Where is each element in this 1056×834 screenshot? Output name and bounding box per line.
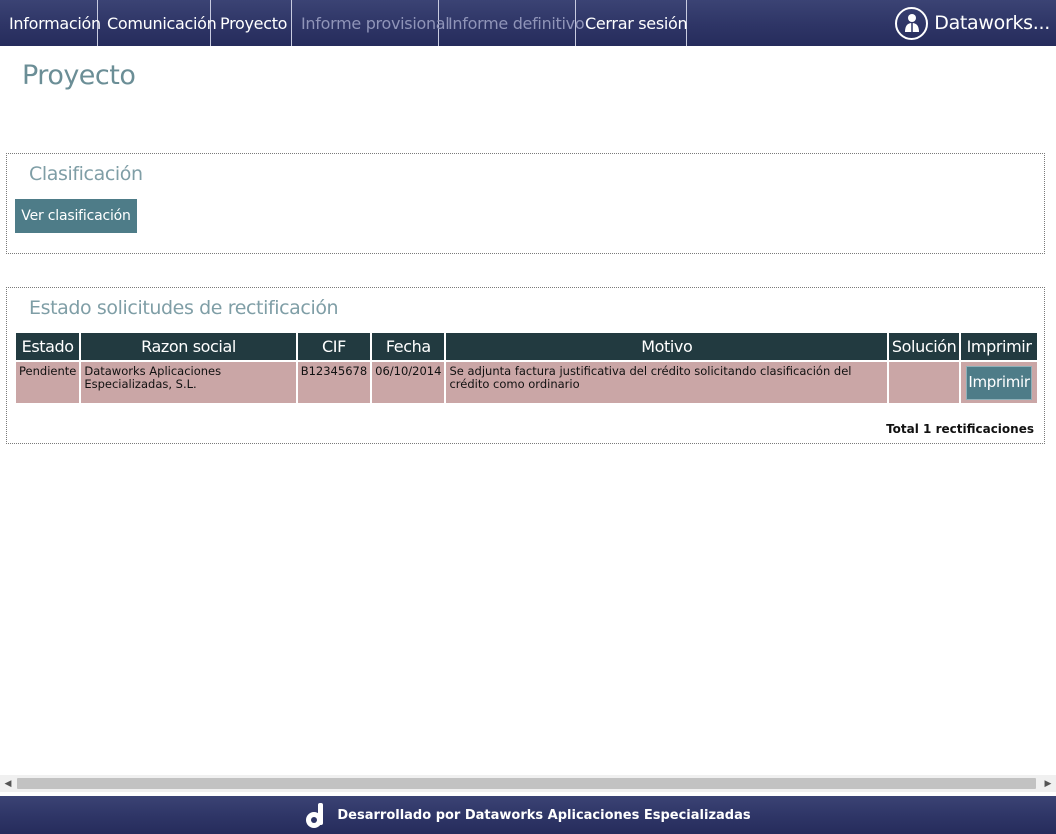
dataworks-logo-icon (305, 801, 327, 829)
scroll-right-arrow-icon[interactable]: ▶ (1040, 775, 1056, 792)
table-row: Pendiente Dataworks Aplicaciones Especia… (16, 362, 1037, 403)
cell-solucion (889, 362, 960, 403)
top-navigation-bar: Información Comunicación Proyecto Inform… (0, 0, 1056, 46)
rectificacion-section: Estado solicitudes de rectificación Esta… (6, 287, 1045, 444)
rectificacion-legend: Estado solicitudes de rectificación (29, 297, 339, 319)
user-menu[interactable]: Dataworks... (895, 0, 1056, 46)
nav-informe-provisional: Informe provisional (292, 0, 450, 46)
nav-proyecto[interactable]: Proyecto (211, 0, 292, 46)
footer: Desarrollado por Dataworks Aplicaciones … (0, 796, 1056, 834)
ver-clasificacion-button[interactable]: Ver clasificación (15, 199, 137, 233)
clasificacion-legend: Clasificación (29, 163, 143, 185)
cell-cif: B12345678 (297, 362, 371, 403)
clasificacion-section: Clasificación Ver clasificación (6, 153, 1045, 254)
scrollbar-thumb[interactable] (17, 778, 1036, 789)
nav-informe-definitivo: Informe definitivo (439, 0, 585, 46)
table-header-row: Estado Razon social CIF Fecha Motivo Sol… (16, 333, 1037, 362)
cell-fecha: 06/10/2014 (372, 362, 445, 403)
rectificaciones-table: Estado Razon social CIF Fecha Motivo Sol… (14, 333, 1039, 403)
total-rectificaciones: Total 1 rectificaciones (886, 422, 1034, 436)
user-icon (895, 6, 929, 40)
cell-estado: Pendiente (16, 362, 80, 403)
scroll-left-arrow-icon[interactable]: ◀ (0, 775, 16, 792)
nav-cerrar-sesion[interactable]: Cerrar sesión (576, 0, 688, 46)
imprimir-button[interactable]: Imprimir (966, 365, 1033, 400)
page-title: Proyecto (22, 60, 136, 91)
column-header-fecha: Fecha (372, 333, 445, 362)
cell-motivo: Se adjunta factura justificativa del cré… (446, 362, 888, 403)
nav-informacion[interactable]: Información (0, 0, 101, 46)
cell-razon-social: Dataworks Aplicaciones Especializadas, S… (81, 362, 296, 403)
horizontal-scrollbar[interactable]: ◀ ▶ (0, 775, 1056, 792)
column-header-estado: Estado (16, 333, 80, 362)
user-name: Dataworks... (934, 12, 1050, 34)
nav-comunicacion[interactable]: Comunicación (98, 0, 217, 46)
footer-text: Desarrollado por Dataworks Aplicaciones … (337, 807, 751, 823)
column-header-cif: CIF (297, 333, 371, 362)
column-header-motivo: Motivo (446, 333, 888, 362)
column-header-imprimir: Imprimir (961, 333, 1037, 362)
column-header-solucion: Solución (889, 333, 960, 362)
cell-imprimir: Imprimir (961, 362, 1037, 403)
column-header-razon-social: Razon social (81, 333, 296, 362)
